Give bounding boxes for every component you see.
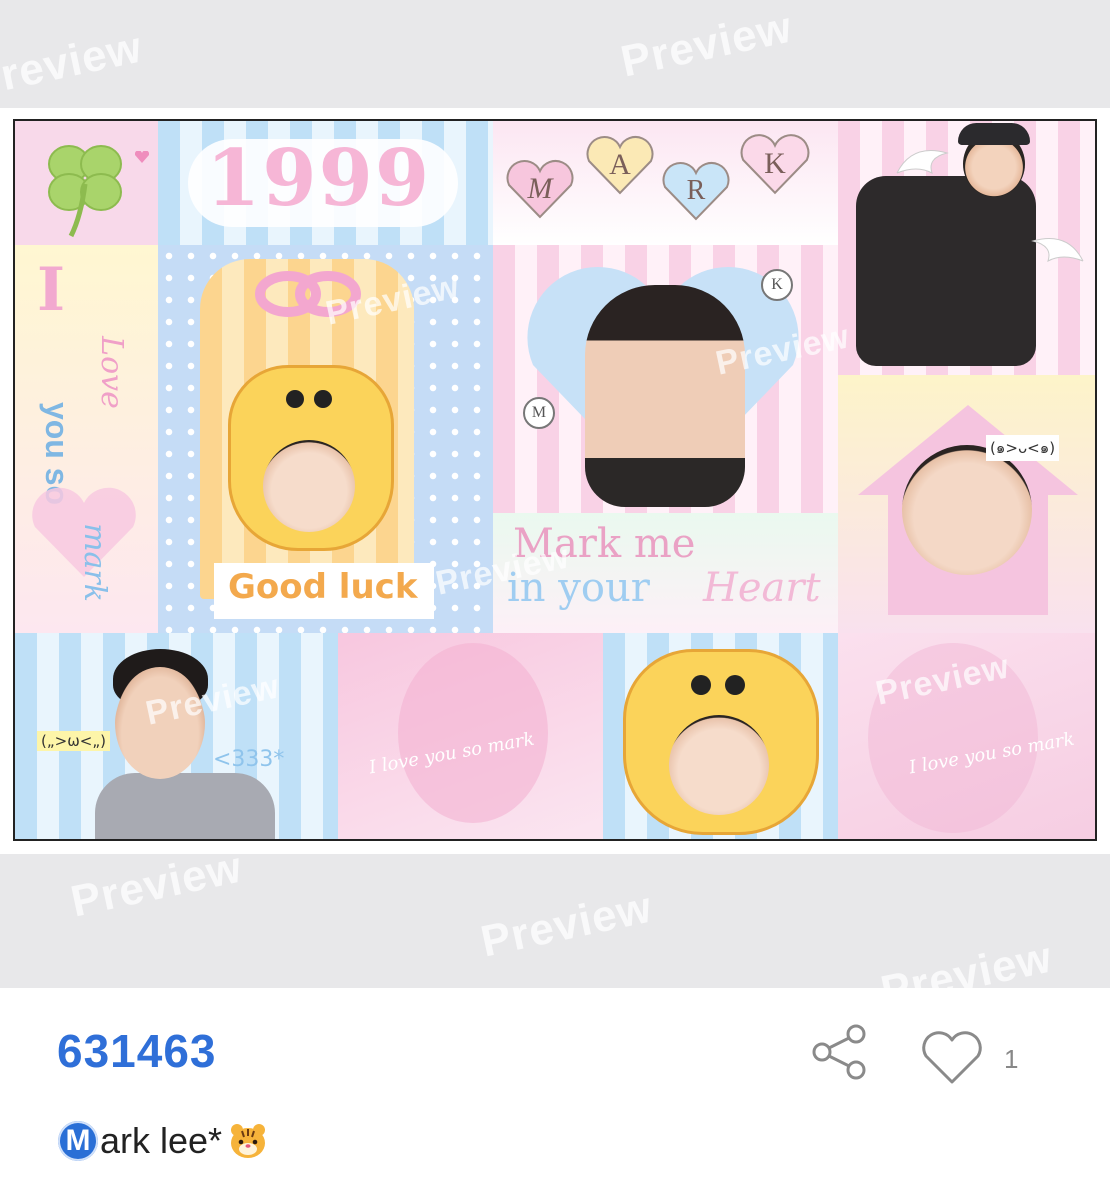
- heart-letter-m: M: [505, 159, 575, 219]
- photo-tile-pout: („>ω<„) <333*: [15, 633, 338, 839]
- less-than-333-text: <333*: [213, 747, 285, 772]
- in-your-text: in your: [507, 565, 650, 611]
- faded-photo-tile-1: I love you so mark: [338, 633, 603, 839]
- post-title-text: ark lee*: [100, 1120, 223, 1161]
- post-id: 631463: [57, 1025, 217, 1077]
- clover-tile: [15, 121, 158, 245]
- photocard-collage-image[interactable]: 1999 M A R K I you so Love mark Good luc…: [13, 119, 1097, 841]
- house-baby-tile: (๑>ᴗ<๑): [838, 375, 1095, 633]
- share-icon: [812, 1024, 866, 1080]
- side-text-love: Love: [93, 336, 129, 409]
- watermark-text: Preview: [476, 882, 657, 967]
- image-preview-area: Preview Preview Preview Preview Preview …: [0, 0, 1110, 988]
- tiger-kid-tile: [603, 633, 838, 839]
- kaomoji-text: (๑>ᴗ<๑): [986, 435, 1060, 461]
- heart-letter-k: K: [739, 133, 811, 195]
- circle-letter-k: K: [761, 269, 793, 301]
- like-button[interactable]: [918, 1028, 986, 1088]
- watermark-text: Preview: [616, 2, 797, 87]
- tiger-emoji-icon: [231, 1124, 266, 1158]
- year-text: 1999: [206, 133, 432, 224]
- side-text-mark: mark: [76, 523, 112, 602]
- side-text-i: I: [37, 255, 66, 325]
- year-tile: 1999: [158, 121, 493, 245]
- child-face-photo: [669, 715, 769, 815]
- post-title: M ark lee*: [58, 1120, 268, 1162]
- child-face-photo: [263, 440, 355, 532]
- heart-letter-label: A: [609, 148, 631, 181]
- photo-tile-leather-jacket: [838, 121, 1095, 375]
- like-count: 1: [1004, 1044, 1019, 1074]
- heart-script-text: Heart: [703, 565, 821, 611]
- heart-letter-label: R: [686, 175, 706, 206]
- mark-hearts-tile: M A R K: [493, 121, 838, 245]
- portrait-photo: [585, 285, 745, 507]
- pout-face-photo: [115, 667, 205, 779]
- good-luck-text: Good luck: [228, 567, 418, 607]
- watermark-text: Preview: [0, 22, 147, 107]
- post-footer: [0, 988, 1110, 1200]
- faded-photo-tile-2: I love you so mark: [838, 633, 1095, 839]
- watermark-text: Preview: [66, 842, 247, 927]
- mark-me-tile: Mark me in your Heart: [493, 513, 838, 633]
- mark-me-text: Mark me: [513, 521, 696, 567]
- share-button[interactable]: [808, 1022, 872, 1082]
- watermark-text: Preview: [876, 932, 1057, 988]
- clover-icon: [48, 145, 122, 238]
- circle-letter-m: M: [523, 397, 555, 429]
- kaomoji-text: („>ω<„): [37, 731, 110, 751]
- heart-letter-label: K: [764, 147, 786, 180]
- baby-face-photo: [902, 445, 1032, 575]
- heart-portrait-tile: K M: [493, 245, 838, 513]
- good-luck-tile: Good luck: [158, 245, 493, 633]
- heart-letter-label: M: [527, 172, 553, 205]
- heart-letter-a: A: [585, 135, 655, 195]
- heart-letter-r: R: [661, 161, 731, 221]
- heart-outline-icon: [922, 1031, 982, 1084]
- m-badge-icon: M: [58, 1121, 98, 1161]
- love-text-tile: I you so Love mark: [15, 245, 158, 633]
